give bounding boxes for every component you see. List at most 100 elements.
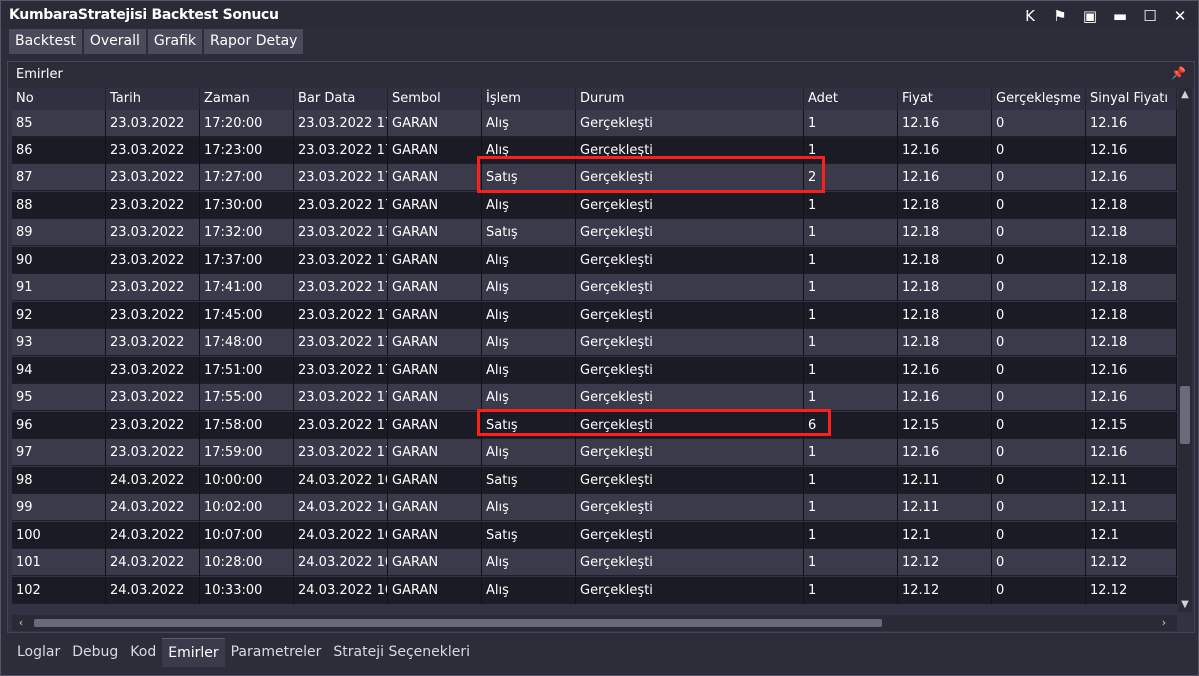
table-row[interactable]: 88 23.03.2022 17:30:00 23.03.2022 17: GARAN A…: [12, 192, 1177, 219]
table-cell: 12.12: [898, 577, 992, 604]
table-cell: GARAN: [388, 384, 482, 411]
table-header: No Tarih Zaman Bar Data Sembol İşlem Durum Adet…: [12, 88, 1177, 110]
table-row[interactable]: 99 24.03.2022 10:02:00 24.03.2022 10: GARAN A…: [12, 494, 1177, 521]
table-row[interactable]: 102 24.03.2022 10:33:00 24.03.2022 10: GARAN…: [12, 577, 1177, 604]
table-cell: 1: [804, 192, 898, 219]
table-cell: 24.03.2022 10:: [294, 467, 388, 494]
table-cell: 12.18: [1086, 192, 1177, 219]
table-cell: 12.1: [1086, 522, 1177, 549]
horizontal-scrollbar[interactable]: ‹ ›: [12, 615, 1177, 631]
scroll-up-icon[interactable]: ▲: [1178, 88, 1192, 102]
table-cell: 23.03.2022: [106, 110, 200, 137]
table-cell: Gerçekleşti: [576, 522, 804, 549]
table-cell: Gerçekleşti: [576, 577, 804, 604]
column-header[interactable]: Sembol: [388, 88, 482, 110]
scroll-right-icon[interactable]: ›: [1157, 616, 1171, 630]
table-cell: 91: [12, 274, 106, 301]
column-header[interactable]: Gerçekleşme: [992, 88, 1086, 110]
column-header[interactable]: Tarih: [106, 88, 200, 110]
table-cell: GARAN: [388, 247, 482, 274]
scroll-down-icon[interactable]: ▼: [1178, 598, 1192, 612]
table-cell: 0: [992, 247, 1086, 274]
vertical-scrollbar[interactable]: ▲ ▼: [1178, 88, 1192, 612]
bottom-tab-parametreler[interactable]: Parametreler: [225, 638, 328, 666]
table-cell: 85: [12, 110, 106, 137]
column-header[interactable]: Adet: [804, 88, 898, 110]
close-icon[interactable]: ✕: [1168, 5, 1192, 27]
table-cell: Alış: [482, 302, 576, 329]
table-row[interactable]: 91 23.03.2022 17:41:00 23.03.2022 17: GARAN A…: [12, 274, 1177, 301]
bottom-tab-kod[interactable]: Kod: [124, 638, 162, 666]
table-cell: 12.12: [1086, 549, 1177, 576]
table-cell: 12.16: [898, 439, 992, 466]
table-row[interactable]: 85 23.03.2022 17:20:00 23.03.2022 17: GARAN A…: [12, 110, 1177, 137]
bottom-tab-emirler[interactable]: Emirler: [162, 638, 225, 667]
tab-grafik[interactable]: Grafik: [147, 29, 203, 54]
table-cell: 12.16: [898, 357, 992, 384]
tab-rapor-detay[interactable]: Rapor Detay: [204, 29, 304, 54]
table-cell: GARAN: [388, 357, 482, 384]
table-row[interactable]: 89 23.03.2022 17:32:00 23.03.2022 17: GARAN S…: [12, 219, 1177, 246]
table-row[interactable]: 93 23.03.2022 17:48:00 23.03.2022 17: GARAN A…: [12, 329, 1177, 356]
table-row[interactable]: 95 23.03.2022 17:55:00 23.03.2022 17: GARAN A…: [12, 384, 1177, 411]
minimize-icon[interactable]: ▬: [1108, 5, 1132, 27]
table-cell: GARAN: [388, 302, 482, 329]
table-cell: 12.18: [898, 274, 992, 301]
tab-backtest[interactable]: Backtest: [9, 29, 82, 54]
table-cell: 0: [992, 549, 1086, 576]
table-row[interactable]: 101 24.03.2022 10:28:00 24.03.2022 10: GARAN…: [12, 549, 1177, 576]
column-header[interactable]: Sinyal Fiyatı: [1086, 88, 1177, 110]
title-bar[interactable]: KumbaraStratejisi Backtest Sonucu K ⚑ ▣ ▬ ☐ ✕: [1, 1, 1198, 29]
table-row[interactable]: 97 23.03.2022 17:59:00 23.03.2022 17: GARAN A…: [12, 439, 1177, 466]
column-header[interactable]: Zaman: [200, 88, 294, 110]
table-cell: GARAN: [388, 494, 482, 521]
table-cell: 0: [992, 302, 1086, 329]
table-cell: 10:02:00: [200, 494, 294, 521]
column-header[interactable]: İşlem: [482, 88, 576, 110]
flag-icon[interactable]: ⚑: [1048, 5, 1072, 27]
k-icon[interactable]: K: [1018, 5, 1042, 27]
table-cell: 0: [992, 274, 1086, 301]
column-header[interactable]: Fiyat: [898, 88, 992, 110]
horizontal-scroll-thumb[interactable]: [34, 619, 882, 627]
column-header[interactable]: No: [12, 88, 106, 110]
table-cell: 17:20:00: [200, 110, 294, 137]
table-cell: Alış: [482, 110, 576, 137]
table-row[interactable]: 100 24.03.2022 10:07:00 24.03.2022 10: GARAN…: [12, 522, 1177, 549]
table-cell: 89: [12, 219, 106, 246]
bottom-tab-debug[interactable]: Debug: [66, 638, 124, 666]
table-cell: 88: [12, 192, 106, 219]
table-cell: Alış: [482, 247, 576, 274]
table-cell: 90: [12, 247, 106, 274]
table-cell: Alış: [482, 357, 576, 384]
table-cell: 17:48:00: [200, 329, 294, 356]
table-cell: 97: [12, 439, 106, 466]
bottom-tab-strateji-seçenekleri[interactable]: Strateji Seçenekleri: [327, 638, 476, 666]
maximize-icon[interactable]: ☐: [1138, 5, 1162, 27]
table-cell: 12.12: [1086, 577, 1177, 604]
column-header[interactable]: Bar Data: [294, 88, 388, 110]
table-cell: 23.03.2022 17:: [294, 192, 388, 219]
table-cell: 17:27:00: [200, 164, 294, 191]
save-icon[interactable]: ▣: [1078, 5, 1102, 27]
vertical-scroll-thumb[interactable]: [1180, 386, 1190, 444]
bottom-tab-loglar[interactable]: Loglar: [11, 638, 66, 666]
tab-overall[interactable]: Overall: [83, 29, 146, 54]
scroll-left-icon[interactable]: ‹: [14, 616, 28, 630]
pin-icon[interactable]: 📌: [1171, 66, 1186, 80]
table-cell: 12.16: [898, 384, 992, 411]
column-header[interactable]: Durum: [576, 88, 804, 110]
table-cell: 12.18: [1086, 247, 1177, 274]
table-cell: Gerçekleşti: [576, 110, 804, 137]
table-row[interactable]: 92 23.03.2022 17:45:00 23.03.2022 17: GARAN A…: [12, 302, 1177, 329]
table-cell: 101: [12, 549, 106, 576]
table-cell: 12.11: [1086, 467, 1177, 494]
table-cell: Gerçekleşti: [576, 549, 804, 576]
table-row[interactable]: 94 23.03.2022 17:51:00 23.03.2022 17: GARAN A…: [12, 357, 1177, 384]
window-title: KumbaraStratejisi Backtest Sonucu: [9, 7, 279, 23]
table-cell: 24.03.2022 10:: [294, 494, 388, 521]
table-row[interactable]: 98 24.03.2022 10:00:00 24.03.2022 10: GARAN S…: [12, 467, 1177, 494]
table-cell: Alış: [482, 192, 576, 219]
table-cell: 17:30:00: [200, 192, 294, 219]
table-row[interactable]: 90 23.03.2022 17:37:00 23.03.2022 17: GARAN A…: [12, 247, 1177, 274]
